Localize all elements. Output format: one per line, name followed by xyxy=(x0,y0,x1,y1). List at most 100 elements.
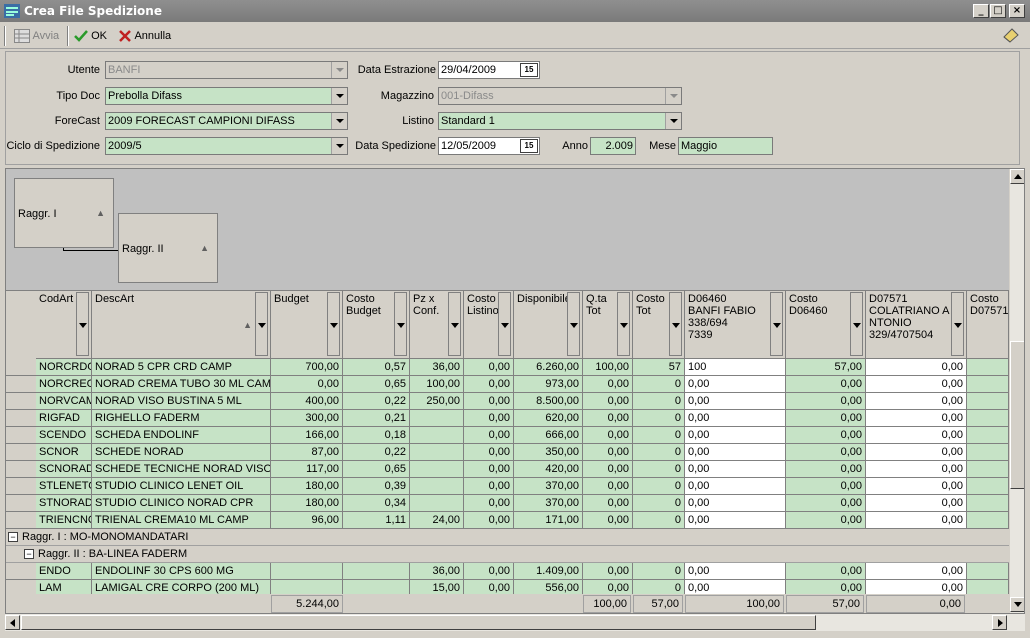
table-row[interactable]: TRIENCNC TRIENAL CREMA10 ML CAMP 96,00 1,11… xyxy=(6,512,1009,529)
column-header-descart[interactable]: DescArt ▲ xyxy=(92,291,271,359)
filter-dropdown-icon[interactable] xyxy=(770,292,783,356)
table-row[interactable]: SCENDO SCHEDA ENDOLINF 166,00 0,18 0,00 666,0… xyxy=(6,427,1009,444)
table-row[interactable]: STNORAD STUDIO CLINICO NORAD CPR 180,00 0,3… xyxy=(6,495,1009,512)
column-header-costo-budget[interactable]: Costo Budget xyxy=(343,291,410,359)
collapse-icon[interactable]: − xyxy=(24,549,34,559)
table-row[interactable]: SCNOR SCHEDE NORAD 87,00 0,22 0,00 350,00 0,00… xyxy=(6,444,1009,461)
cell-d06460[interactable]: 0,00 xyxy=(685,376,786,393)
minimize-button[interactable]: _ xyxy=(973,4,989,18)
filter-dropdown-icon[interactable] xyxy=(498,292,511,356)
cell-d06460[interactable]: 100 xyxy=(685,359,786,376)
filter-dropdown-icon[interactable] xyxy=(669,292,682,356)
calendar-icon[interactable]: 15 xyxy=(520,139,538,153)
annulla-button[interactable]: Annulla xyxy=(118,27,171,45)
scroll-left-button[interactable] xyxy=(5,615,20,630)
tipodoc-select[interactable]: Prebolla Difass xyxy=(105,87,348,105)
cell-d07571[interactable]: 0,00 xyxy=(866,495,967,512)
column-header-budget[interactable]: Budget xyxy=(271,291,343,359)
cell-d07571[interactable]: 0,00 xyxy=(866,359,967,376)
chevron-down-icon[interactable] xyxy=(331,113,347,129)
cell-d07571[interactable]: 0,00 xyxy=(866,478,967,495)
chevron-down-icon[interactable] xyxy=(665,113,681,129)
scroll-down-button[interactable] xyxy=(1010,597,1024,612)
dataestr-field[interactable]: 29/04/2009 15 xyxy=(438,61,540,79)
vertical-scrollbar[interactable] xyxy=(1010,169,1024,613)
table-row[interactable]: LAM LAMIGAL CRE CORPO (200 ML) 15,00 0,00 55… xyxy=(6,580,1009,594)
mese-field[interactable]: Maggio xyxy=(678,137,773,155)
scroll-up-button[interactable] xyxy=(1010,169,1024,184)
chevron-down-icon[interactable] xyxy=(331,138,347,154)
close-button[interactable]: × xyxy=(1009,4,1025,18)
table-row[interactable]: ENDO ENDOLINF 30 CPS 600 MG 36,00 0,00 1.409… xyxy=(6,563,1009,580)
cell-d07571[interactable]: 0,00 xyxy=(866,563,967,580)
cell-d06460[interactable]: 0,00 xyxy=(685,461,786,478)
collapse-icon[interactable]: − xyxy=(8,532,18,542)
chevron-down-icon[interactable] xyxy=(665,88,681,104)
cell-d06460[interactable]: 0,00 xyxy=(685,410,786,427)
table-row[interactable]: RIGFAD RIGHELLO FADERM 300,00 0,21 0,00 620,0… xyxy=(6,410,1009,427)
filter-dropdown-icon[interactable] xyxy=(617,292,630,356)
cell-d07571[interactable]: 0,00 xyxy=(866,580,967,594)
filter-dropdown-icon[interactable] xyxy=(448,292,461,356)
utente-select[interactable]: BANFI xyxy=(105,61,348,79)
chevron-down-icon[interactable] xyxy=(331,62,347,78)
cell-d07571[interactable]: 0,00 xyxy=(866,410,967,427)
column-header-costo-listino[interactable]: Costo Listino xyxy=(464,291,514,359)
eraser-icon[interactable] xyxy=(1002,27,1020,43)
column-header-costo-d06460[interactable]: Costo D06460 xyxy=(786,291,866,359)
cell-d06460[interactable]: 0,00 xyxy=(685,580,786,594)
filter-dropdown-icon[interactable] xyxy=(567,292,580,356)
table-row[interactable]: SCNORAD SCHEDE TECNICHE NORAD VISO 117,00 0… xyxy=(6,461,1009,478)
group-box-raggr-1[interactable]: Raggr. I ▲ xyxy=(14,178,114,248)
ciclo-select[interactable]: 2009/5 xyxy=(105,137,348,155)
horizontal-scrollbar[interactable] xyxy=(5,614,1025,631)
cell-d07571[interactable]: 0,00 xyxy=(866,512,967,529)
group-row[interactable]: − Raggr. I : MO-MONOMANDATARI xyxy=(6,529,1009,546)
table-row[interactable]: NORCREC NORAD CREMA TUBO 30 ML CAMP. 0,00 0… xyxy=(6,376,1009,393)
scroll-right-button[interactable] xyxy=(992,615,1007,630)
column-header-disponibile[interactable]: Disponibile xyxy=(514,291,583,359)
cell-d06460[interactable]: 0,00 xyxy=(685,393,786,410)
column-header-costo-d07571[interactable]: Costo D07571 xyxy=(967,291,1009,359)
cell-d07571[interactable]: 0,00 xyxy=(866,427,967,444)
scroll-thumb[interactable] xyxy=(1010,341,1024,489)
h-scroll-thumb[interactable] xyxy=(21,615,816,630)
filter-dropdown-icon[interactable] xyxy=(850,292,863,356)
table-row[interactable]: STLENETO STUDIO CLINICO LENET OIL 180,00 0,… xyxy=(6,478,1009,495)
avvia-button[interactable]: Avvia xyxy=(14,27,59,45)
cell-d06460[interactable]: 0,00 xyxy=(685,444,786,461)
listino-select[interactable]: Standard 1 xyxy=(438,112,682,130)
filter-dropdown-icon[interactable] xyxy=(327,292,340,356)
column-header-d07571[interactable]: D07571 COLATRIANO A NTONIO 329/4707504 xyxy=(866,291,967,359)
cell-d06460[interactable]: 0,00 xyxy=(685,495,786,512)
cell-d06460[interactable]: 0,00 xyxy=(685,512,786,529)
column-header-costo-tot[interactable]: Costo Tot xyxy=(633,291,685,359)
maximize-button[interactable]: □ xyxy=(990,4,1006,18)
column-header-qta-tot[interactable]: Q.ta Tot xyxy=(583,291,633,359)
column-header-d06460[interactable]: D06460 BANFI FABIO 338/694 7339 xyxy=(685,291,786,359)
calendar-icon[interactable]: 15 xyxy=(520,63,538,77)
forecast-select[interactable]: 2009 FORECAST CAMPIONI DIFASS xyxy=(105,112,348,130)
magazzino-select[interactable]: 001-Difass xyxy=(438,87,682,105)
cell-d07571[interactable]: 0,00 xyxy=(866,393,967,410)
column-header-codart[interactable]: CodArt xyxy=(36,291,92,359)
filter-dropdown-icon[interactable] xyxy=(76,292,89,356)
anno-field[interactable]: 2.009 xyxy=(590,137,636,155)
group-row[interactable]: − Raggr. II : BA-LINEA FADERM xyxy=(6,546,1009,563)
cell-d07571[interactable]: 0,00 xyxy=(866,444,967,461)
filter-dropdown-icon[interactable] xyxy=(255,292,268,356)
table-row[interactable]: NORVCAMINORAD VISO BUSTINA 5 ML400,000,2… xyxy=(6,393,1009,410)
datasped-field[interactable]: 12/05/2009 15 xyxy=(438,137,540,155)
cell-d07571[interactable]: 0,00 xyxy=(866,461,967,478)
table-row[interactable]: NORCRDC NORAD 5 CPR CRD CAMP 700,00 0,57 36,… xyxy=(6,359,1009,376)
ok-button[interactable]: OK xyxy=(74,27,107,45)
cell-d06460[interactable]: 0,00 xyxy=(685,427,786,444)
cell-d06460[interactable]: 0,00 xyxy=(685,563,786,580)
filter-dropdown-icon[interactable] xyxy=(951,292,964,356)
column-header-pz-conf[interactable]: Pz x Conf. xyxy=(410,291,464,359)
group-box-raggr-2[interactable]: Raggr. II ▲ xyxy=(118,213,218,283)
filter-dropdown-icon[interactable] xyxy=(394,292,407,356)
cell-d06460[interactable]: 0,00 xyxy=(685,478,786,495)
cell-d07571[interactable]: 0,00 xyxy=(866,376,967,393)
chevron-down-icon[interactable] xyxy=(331,88,347,104)
